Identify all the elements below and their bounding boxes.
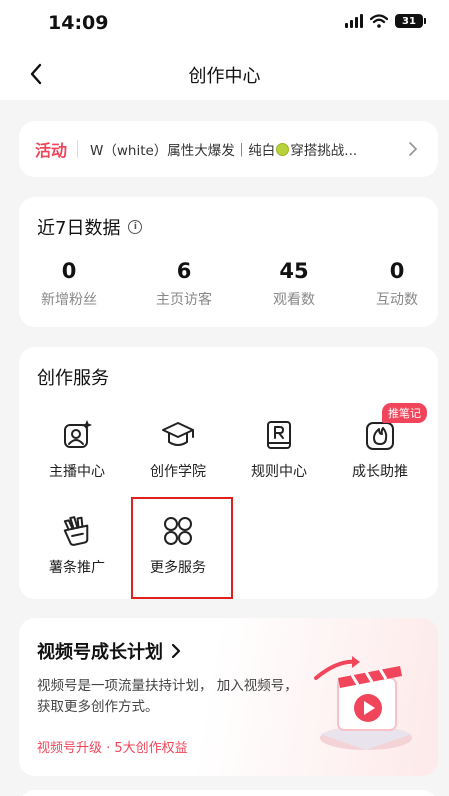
- chevron-right-icon: [408, 141, 422, 157]
- stat-value: 0: [61, 259, 77, 283]
- service-growth-boost[interactable]: 推笔记 成长助推: [330, 403, 430, 481]
- stat-label: 互动数: [376, 292, 418, 308]
- growth-description: 视频号是一项流量扶持计划， 加入视频号，获取更多创作方式。: [37, 678, 298, 715]
- graduation-cap-icon: [160, 417, 196, 453]
- stat-views[interactable]: 45 观看数: [244, 259, 344, 309]
- stat-new-followers[interactable]: 0 新增粉丝: [19, 259, 119, 309]
- video-clapper-illustration-icon: [314, 656, 412, 750]
- stat-value: 0: [389, 259, 405, 283]
- info-icon[interactable]: i: [128, 220, 143, 234]
- rules-book-icon: [261, 417, 297, 453]
- service-anchor-center[interactable]: 主播中心: [27, 417, 127, 481]
- promo-badge: 推笔记: [382, 403, 427, 423]
- service-label: 主播中心: [49, 464, 105, 480]
- chevron-right-icon: [171, 643, 181, 659]
- status-icons: 31: [345, 14, 426, 28]
- page-title: 创作中心: [188, 66, 261, 87]
- service-label: 创作学院: [150, 464, 206, 480]
- service-fries-promotion[interactable]: 薯条推广: [27, 513, 127, 577]
- stat-label: 新增粉丝: [41, 292, 97, 308]
- anchor-center-icon: [59, 417, 95, 453]
- stat-value: 6: [176, 259, 192, 283]
- stat-label: 观看数: [273, 292, 315, 308]
- activity-text: W（white）属性大爆发｜纯白 穿搭挑战...: [90, 139, 400, 159]
- service-label: 成长助推: [352, 464, 408, 480]
- service-rules-center[interactable]: 规则中心: [229, 417, 329, 481]
- stat-profile-visitors[interactable]: 6 主页访客: [134, 259, 234, 309]
- services-title: 创作服务: [37, 368, 109, 389]
- activity-text-start: W（white）属性大爆发｜纯白: [90, 143, 276, 159]
- nav-bar: 创作中心: [0, 48, 449, 100]
- activity-text-end: 穿搭挑战...: [290, 143, 358, 159]
- next-card-peek: [19, 790, 438, 796]
- wifi-icon: [370, 14, 388, 28]
- growth-title-text: 视频号成长计划: [37, 642, 163, 663]
- service-label: 规则中心: [251, 464, 307, 480]
- fries-icon: [59, 513, 95, 549]
- selection-highlight-box: [131, 497, 233, 599]
- status-bar: 14:09 31: [0, 0, 449, 48]
- stat-interactions[interactable]: 0 互动数: [347, 259, 447, 309]
- activity-banner[interactable]: 活动 W（white）属性大爆发｜纯白 穿搭挑战...: [19, 121, 438, 177]
- growth-footer-link[interactable]: 视频号升级 · 5大创作权益: [37, 737, 188, 756]
- battery-icon: 31: [395, 14, 426, 28]
- tennis-ball-emoji-icon: [276, 142, 290, 156]
- service-creator-academy[interactable]: 创作学院: [128, 417, 228, 481]
- stats-card: 近7日数据 i 0 新增粉丝 6 主页访客 45 观看数 0 互动数: [19, 197, 438, 327]
- growth-plan-card[interactable]: 视频号成长计划 视频号是一项流量扶持计划， 加入视频号，获取更多创作方式。 视频…: [19, 618, 438, 776]
- stats-title: 近7日数据: [37, 218, 121, 239]
- stat-label: 主页访客: [156, 292, 212, 308]
- status-time: 14:09: [48, 12, 109, 34]
- divider: [77, 140, 79, 158]
- battery-level: 31: [402, 15, 416, 27]
- cellular-signal-icon: [345, 14, 363, 28]
- stat-value: 45: [279, 259, 309, 283]
- service-label: 薯条推广: [49, 560, 105, 576]
- activity-tag: 活动: [35, 141, 68, 160]
